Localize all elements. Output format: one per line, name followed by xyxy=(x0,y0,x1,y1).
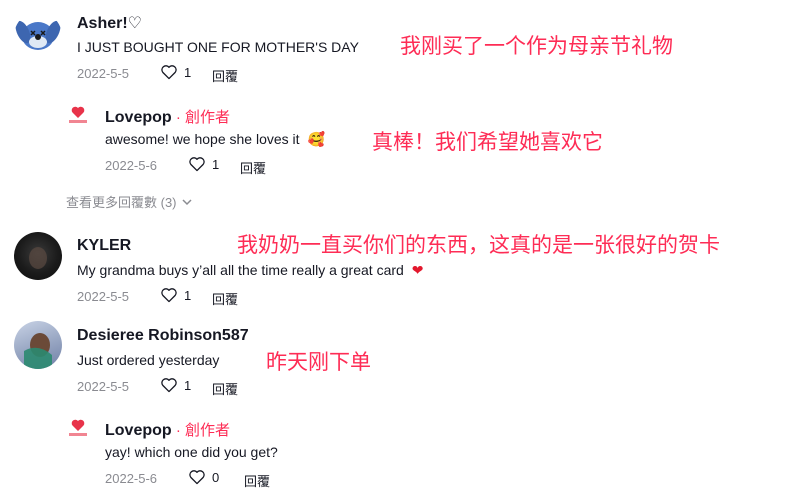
emoji: 🥰 xyxy=(307,131,325,147)
creator-badge: · 創作者 xyxy=(171,109,231,126)
avatar[interactable] xyxy=(14,321,62,369)
like-button[interactable]: 1 xyxy=(188,156,219,172)
like-count: 1 xyxy=(184,287,192,303)
like-count: 1 xyxy=(212,156,220,172)
reply-button[interactable]: 回覆 xyxy=(212,289,238,308)
comment-date: 2022-5-5 xyxy=(77,289,130,304)
annotation: 我刚买了一个作为母亲节礼物 xyxy=(400,34,673,58)
username[interactable]: Asher!♡ xyxy=(77,13,142,33)
reply-button[interactable]: 回覆 xyxy=(212,66,238,85)
username-text: Lovepop xyxy=(105,422,172,439)
username[interactable]: Desieree Robinson587 xyxy=(77,327,249,345)
username-text: Lovepop xyxy=(105,109,172,126)
annotation: 昨天刚下单 xyxy=(266,350,371,374)
reply-button[interactable]: 回覆 xyxy=(244,471,270,490)
comment-text: My grandma buys y’all all the time reall… xyxy=(77,262,423,279)
heart-emoji: ❤ xyxy=(411,262,424,278)
like-count: 1 xyxy=(184,64,192,80)
heart-icon xyxy=(161,65,177,80)
comment-text-content: My grandma buys y’all all the time reall… xyxy=(77,262,404,278)
view-more-replies[interactable]: 查看更多回覆數 (3) xyxy=(66,192,193,211)
reply-button[interactable]: 回覆 xyxy=(240,158,266,177)
avatar[interactable] xyxy=(14,12,62,60)
username[interactable]: Lovepop · 創作者 xyxy=(105,419,230,440)
heart-icon xyxy=(161,288,177,303)
username[interactable]: KYLER xyxy=(77,237,131,255)
like-button[interactable]: 1 xyxy=(160,287,191,303)
reply-button[interactable]: 回覆 xyxy=(212,379,238,398)
annotation: 真棒！我们希望她喜欢它 xyxy=(372,130,603,154)
like-button[interactable]: 1 xyxy=(160,377,191,393)
comment-text: I JUST BOUGHT ONE FOR MOTHER'S DAY xyxy=(77,39,359,55)
like-button[interactable]: 1 xyxy=(160,64,191,80)
like-count: 0 xyxy=(212,469,220,485)
chevron-down-icon xyxy=(181,198,192,205)
creator-badge: · 創作者 xyxy=(171,422,231,439)
avatar[interactable] xyxy=(14,232,62,280)
like-count: 1 xyxy=(184,377,192,393)
comment-text-content: awesome! we hope she loves it xyxy=(105,131,300,147)
comment-date: 2022-5-5 xyxy=(77,379,130,394)
comment-date: 2022-5-6 xyxy=(105,471,158,486)
heart-icon xyxy=(161,378,177,393)
comment-date: 2022-5-6 xyxy=(105,158,158,173)
comment-text: yay! which one did you get? xyxy=(105,444,278,460)
heart-icon xyxy=(189,470,205,485)
annotation: 我奶奶一直买你们的东西，这真的是一张很好的贺卡 xyxy=(237,233,720,257)
heart-icon xyxy=(189,157,205,172)
avatar[interactable] xyxy=(64,413,92,441)
view-more-label: 查看更多回覆數 (3) xyxy=(66,195,177,210)
comment-text: awesome! we hope she loves it 🥰 xyxy=(105,131,325,148)
comment-date: 2022-5-5 xyxy=(77,66,130,81)
avatar[interactable] xyxy=(64,100,92,128)
username[interactable]: Lovepop · 創作者 xyxy=(105,106,230,127)
comment-text: Just ordered yesterday xyxy=(77,352,220,368)
like-button[interactable]: 0 xyxy=(188,469,219,485)
